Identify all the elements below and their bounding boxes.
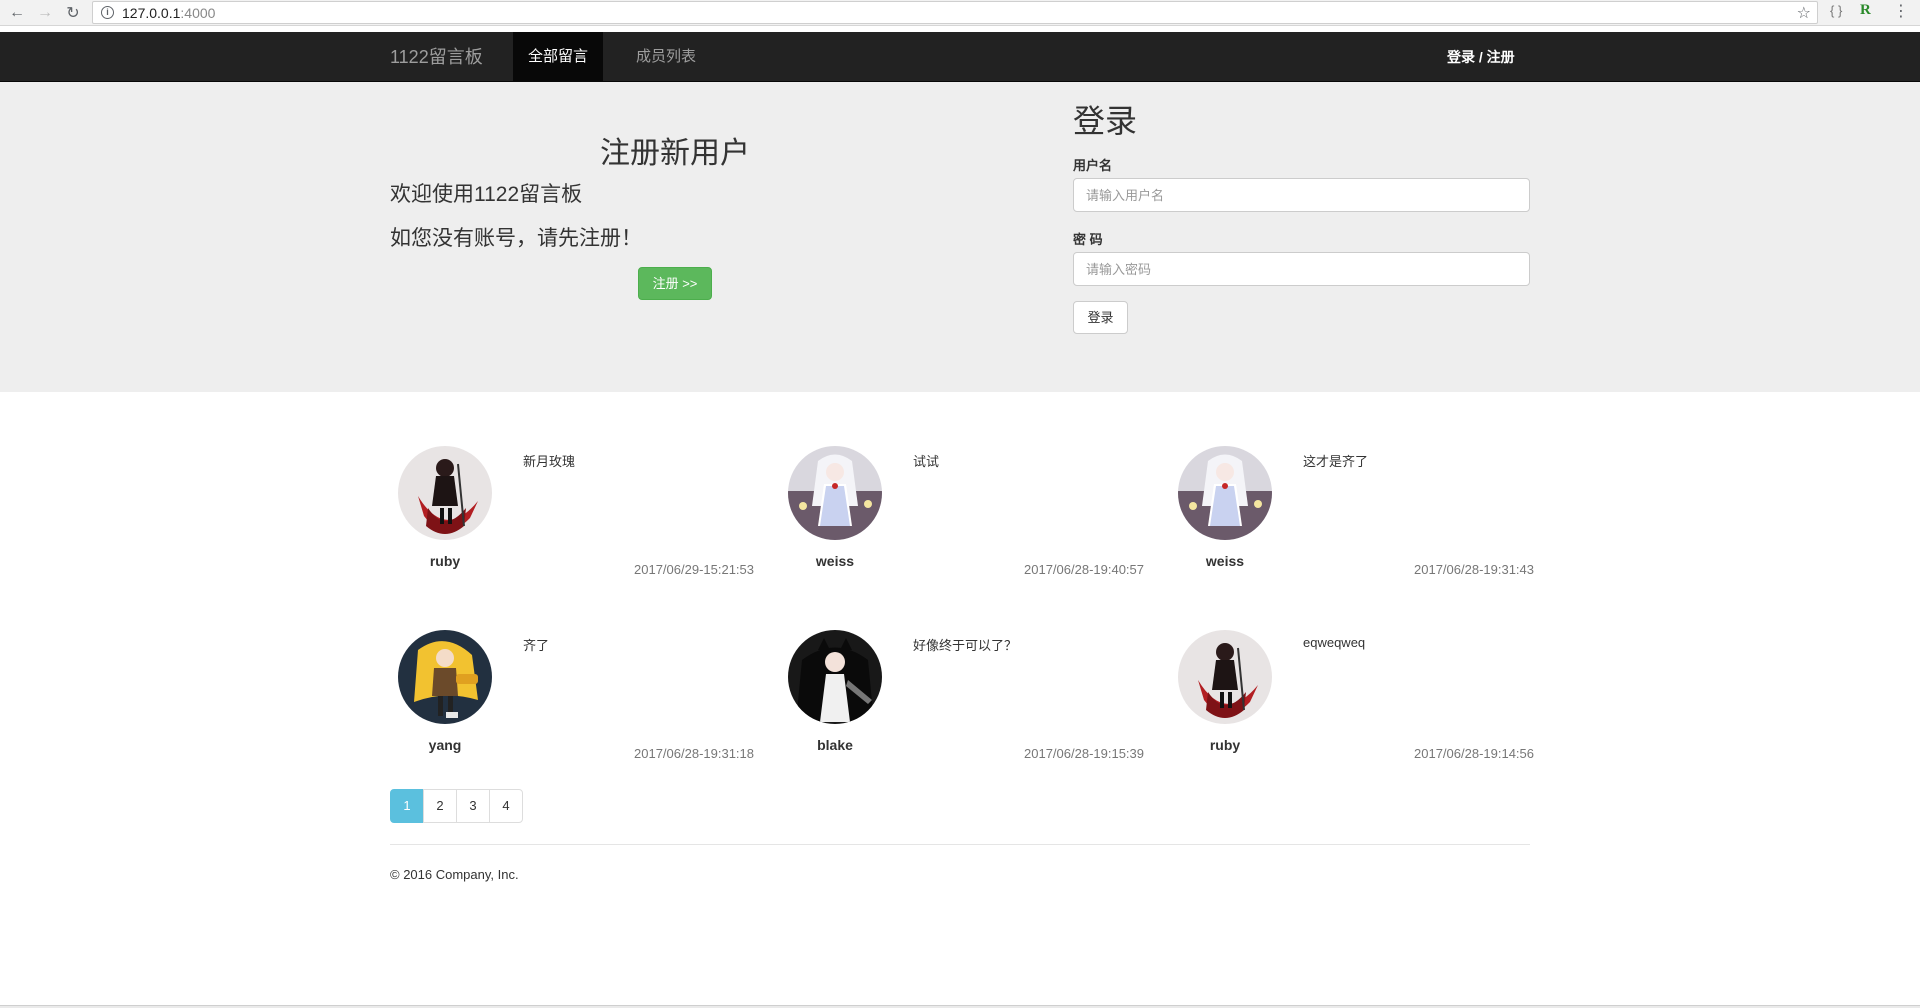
message-content: eqweqweq [1303, 635, 1366, 650]
login-title: 登录 [1073, 103, 1138, 139]
address-bar[interactable]: i 127.0.0.1:4000 ☆ [92, 1, 1818, 24]
login-register-link[interactable]: 登录 / 注册 [1447, 32, 1515, 82]
message-content: 这才是齐了 [1303, 454, 1369, 469]
message-author[interactable]: weiss [788, 553, 882, 569]
ruby-avatar[interactable] [1178, 630, 1272, 724]
message-timestamp: 2017/06/28-19:14:56 [1414, 746, 1534, 761]
tab-member-list[interactable]: 成员列表 [621, 32, 711, 82]
message-author[interactable]: weiss [1178, 553, 1272, 569]
menu-icon[interactable]: ⋮ [1893, 1, 1909, 21]
back-arrow-icon[interactable]: ← [6, 2, 28, 24]
r-extension-icon[interactable]: R [1860, 2, 1871, 19]
divider [390, 844, 1530, 845]
info-icon[interactable]: i [101, 6, 114, 19]
message-timestamp: 2017/06/28-19:31:18 [634, 746, 754, 761]
message-card: ruby eqweqweq 2017/06/28-19:14:56 [1170, 630, 1540, 770]
footer-copyright: © 2016 Company, Inc. [390, 867, 519, 882]
jumbotron [0, 82, 1920, 392]
register-button[interactable]: 注册 >> [638, 267, 712, 300]
brand-link[interactable]: 1122留言板 [390, 32, 483, 82]
message-card: weiss 试试 2017/06/28-19:40:57 [780, 446, 1150, 586]
message-content: 好像终于可以了？ [913, 638, 1018, 653]
password-input[interactable] [1073, 252, 1530, 286]
register-title: 注册新用户 [600, 137, 750, 170]
message-timestamp: 2017/06/28-19:15:39 [1024, 746, 1144, 761]
message-card: yang 齐了 2017/06/28-19:31:18 [390, 630, 760, 770]
blake-avatar[interactable] [788, 630, 882, 724]
weiss-avatar[interactable] [788, 446, 882, 540]
json-extension-icon[interactable]: { } [1830, 3, 1842, 18]
page-3-button[interactable]: 3 [456, 789, 490, 823]
browser-toolbar: ← → ↻ i 127.0.0.1:4000 ☆ { } R ⋮ [0, 0, 1920, 26]
site-navbar: 1122留言板 全部留言 成员列表 登录 / 注册 [0, 32, 1920, 82]
bookmark-star-icon[interactable]: ☆ [1797, 3, 1811, 23]
register-prompt: 如您没有账号，请先注册！ [390, 227, 642, 250]
message-author[interactable]: ruby [1178, 737, 1272, 753]
welcome-text: 欢迎使用1122留言板 [390, 183, 583, 206]
forward-arrow-icon[interactable]: → [34, 2, 56, 24]
url-port: :4000 [180, 4, 216, 21]
message-content: 齐了 [523, 638, 550, 653]
ruby-avatar[interactable] [398, 446, 492, 540]
page-4-button[interactable]: 4 [489, 789, 523, 823]
message-author[interactable]: yang [398, 737, 492, 753]
password-label: 密 码 [1073, 232, 1103, 247]
reload-icon[interactable]: ↻ [62, 2, 84, 24]
message-timestamp: 2017/06/28-19:31:43 [1414, 562, 1534, 577]
message-content: 试试 [913, 454, 940, 469]
message-card: weiss 这才是齐了 2017/06/28-19:31:43 [1170, 446, 1540, 586]
message-card: blake 好像终于可以了？ 2017/06/28-19:15:39 [780, 630, 1150, 770]
pagination: 1234 [390, 789, 523, 823]
message-author[interactable]: ruby [398, 553, 492, 569]
message-card: ruby 新月玫瑰 2017/06/29-15:21:53 [390, 446, 760, 586]
login-button[interactable]: 登录 [1073, 301, 1128, 334]
yang-avatar[interactable] [398, 630, 492, 724]
message-content: 新月玫瑰 [523, 454, 576, 469]
username-label: 用户名 [1073, 158, 1113, 173]
message-timestamp: 2017/06/28-19:40:57 [1024, 562, 1144, 577]
username-input[interactable] [1073, 178, 1530, 212]
message-author[interactable]: blake [788, 737, 882, 753]
weiss-avatar[interactable] [1178, 446, 1272, 540]
message-timestamp: 2017/06/29-15:21:53 [634, 562, 754, 577]
tab-all-messages[interactable]: 全部留言 [513, 32, 604, 82]
page-1-button[interactable]: 1 [390, 789, 424, 823]
page-2-button[interactable]: 2 [423, 789, 457, 823]
url-host: 127.0.0.1 [122, 4, 181, 21]
